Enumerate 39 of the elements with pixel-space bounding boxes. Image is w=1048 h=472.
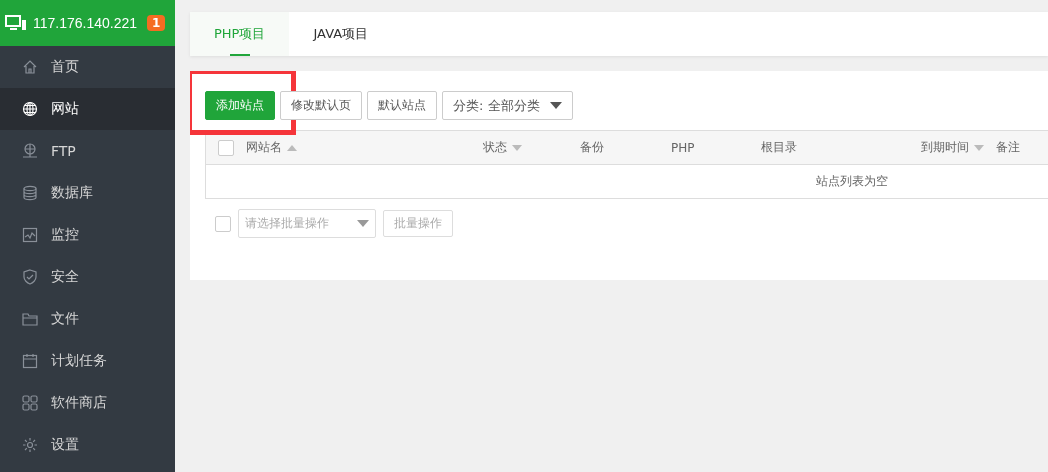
project-tab[interactable]: JAVA项目 [289, 12, 393, 56]
settings-icon [22, 437, 38, 453]
category-dropdown[interactable]: 分类: 全部分类 [442, 91, 573, 120]
toolbar-button[interactable]: 修改默认页 [280, 91, 362, 120]
sidebar-item[interactable]: 安全 [0, 256, 175, 298]
folder-icon [22, 311, 38, 327]
calendar-icon [22, 353, 38, 369]
sidebar-item[interactable]: 首页 [0, 46, 175, 88]
globe-icon [22, 101, 38, 117]
checkbox[interactable] [215, 215, 231, 232]
sort-arrow-icon[interactable] [287, 144, 297, 151]
sidebar-item[interactable]: 软件商店 [0, 382, 175, 424]
sidebar-item[interactable]: 网站 [0, 88, 175, 130]
sidebar-item[interactable]: 计划任务 [0, 340, 175, 382]
sidebar-item[interactable]: 数据库 [0, 172, 175, 214]
database-icon [22, 185, 38, 201]
network-globe-icon [22, 143, 38, 159]
computer-icon [5, 15, 27, 31]
shield-icon [22, 269, 38, 285]
column-header[interactable]: 到期时间 [921, 139, 969, 156]
column-header[interactable]: 网站名 [246, 139, 282, 156]
sidebar-item[interactable]: 文件 [0, 298, 175, 340]
sidebar-item[interactable]: 监控 [0, 214, 175, 256]
column-header: 备份 [580, 139, 604, 156]
column-header[interactable]: 状态 [483, 139, 507, 156]
server-ip: 117.176.140.221 [33, 15, 138, 31]
home-icon [22, 59, 38, 75]
sort-arrow-icon[interactable] [974, 144, 984, 151]
grid-icon [22, 395, 38, 411]
sidebar-item[interactable]: FTP [0, 130, 175, 172]
chart-icon [22, 227, 38, 243]
sidebar-item[interactable]: 设置 [0, 424, 175, 466]
column-header: PHP [671, 140, 695, 155]
sort-arrow-icon[interactable] [512, 144, 522, 151]
select-all-checkbox[interactable] [218, 139, 234, 156]
column-header: 备注 [996, 139, 1020, 156]
empty-message: 站点列表为空 [816, 173, 888, 190]
toolbar-button[interactable]: 默认站点 [367, 91, 437, 120]
column-header: 根目录 [761, 139, 797, 156]
